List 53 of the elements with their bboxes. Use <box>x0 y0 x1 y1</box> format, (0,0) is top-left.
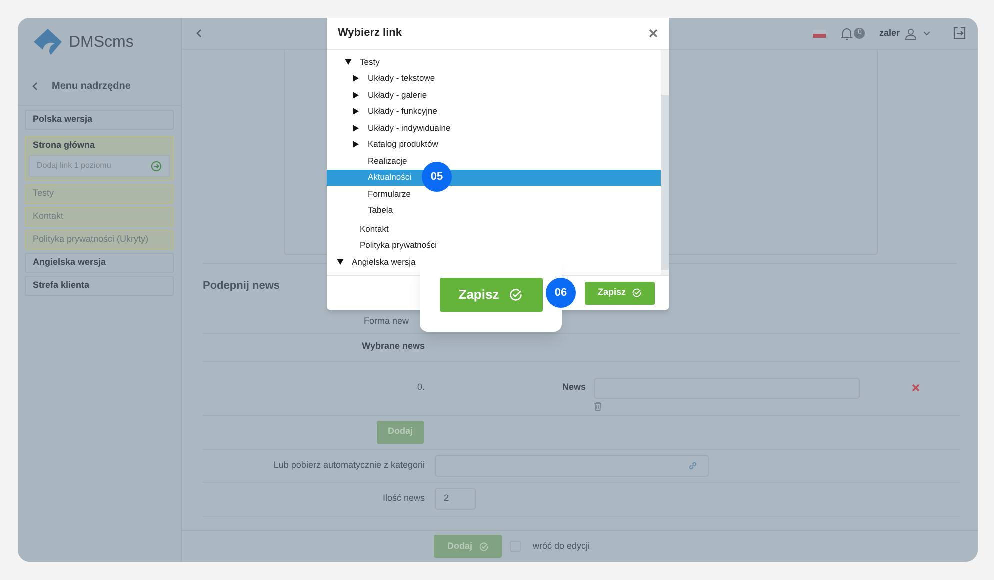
form-label: Wybrane news <box>361 340 425 354</box>
check-circle-icon <box>509 288 524 302</box>
chevron-down-icon[interactable] <box>923 31 931 36</box>
tree-item[interactable]: Układy - indywidualne <box>327 120 661 136</box>
logout-icon[interactable] <box>953 27 966 40</box>
scrollbar[interactable] <box>661 50 669 275</box>
user-name[interactable]: zaler <box>879 26 900 40</box>
arrow-circle-icon[interactable] <box>151 160 162 172</box>
user-icon[interactable] <box>905 28 917 40</box>
tree-item[interactable]: Katalog produktów <box>327 136 661 153</box>
form-label: Lub pobierz automatycznie z kategorii <box>272 458 425 472</box>
collapse-arrow-icon[interactable] <box>353 108 359 116</box>
tree-item[interactable]: Układy - tekstowe <box>327 70 661 87</box>
sidebar-item[interactable]: Strefa klienta <box>25 276 174 296</box>
expand-arrow-icon[interactable] <box>337 259 344 266</box>
expand-arrow-icon[interactable] <box>345 59 352 66</box>
back-chevron-icon[interactable] <box>196 29 202 38</box>
save-button[interactable]: Zapisz <box>585 282 655 304</box>
check-circle-icon <box>632 288 642 298</box>
collapse-arrow-icon[interactable] <box>353 92 359 99</box>
sidebar-item[interactable]: Strona główna <box>26 137 173 155</box>
logo-text: DMScms <box>69 33 134 53</box>
count-field[interactable]: 2 <box>435 488 476 510</box>
back-chevron-icon[interactable] <box>32 82 38 91</box>
row-index: 0. <box>416 381 425 394</box>
dialog-title: Wybierz link <box>338 26 402 42</box>
collapse-arrow-icon[interactable] <box>353 124 359 132</box>
category-field[interactable] <box>435 454 709 476</box>
form-label: Forma new <box>362 315 409 328</box>
tree-item[interactable]: Polityka prywatności <box>327 238 661 254</box>
tree-item[interactable]: Tabela <box>327 202 661 219</box>
collapse-arrow-icon[interactable] <box>353 141 359 148</box>
tree-item[interactable]: Kontakt <box>327 221 661 238</box>
close-icon[interactable] <box>649 29 658 38</box>
tree-item[interactable]: Układy - funkcyjne <box>327 104 661 120</box>
tree-item[interactable]: Testy <box>327 54 661 70</box>
bell-icon[interactable] <box>841 26 854 40</box>
parent-menu-link[interactable]: Menu nadrzędne <box>52 79 131 94</box>
check-circle-icon <box>478 542 488 552</box>
trash-icon[interactable] <box>594 402 602 410</box>
save-button[interactable]: Zapisz <box>440 278 542 312</box>
tree-item[interactable]: Angielska wersja <box>327 254 661 270</box>
flag-icon[interactable] <box>813 30 826 38</box>
collapse-arrow-icon[interactable] <box>353 75 359 82</box>
remove-icon[interactable] <box>912 384 920 392</box>
tree-item[interactable]: Układy - galerie <box>327 87 661 104</box>
link-icon[interactable] <box>688 460 698 470</box>
checkbox-label: wróć do edycji <box>533 540 590 553</box>
sidebar-item[interactable]: Polska wersja <box>25 110 174 130</box>
sidebar-item[interactable]: Angielska wersja <box>25 253 174 273</box>
section-title: Podepnij news <box>203 279 280 294</box>
form-label: News <box>561 381 586 394</box>
form-label: Ilość news <box>382 492 425 506</box>
